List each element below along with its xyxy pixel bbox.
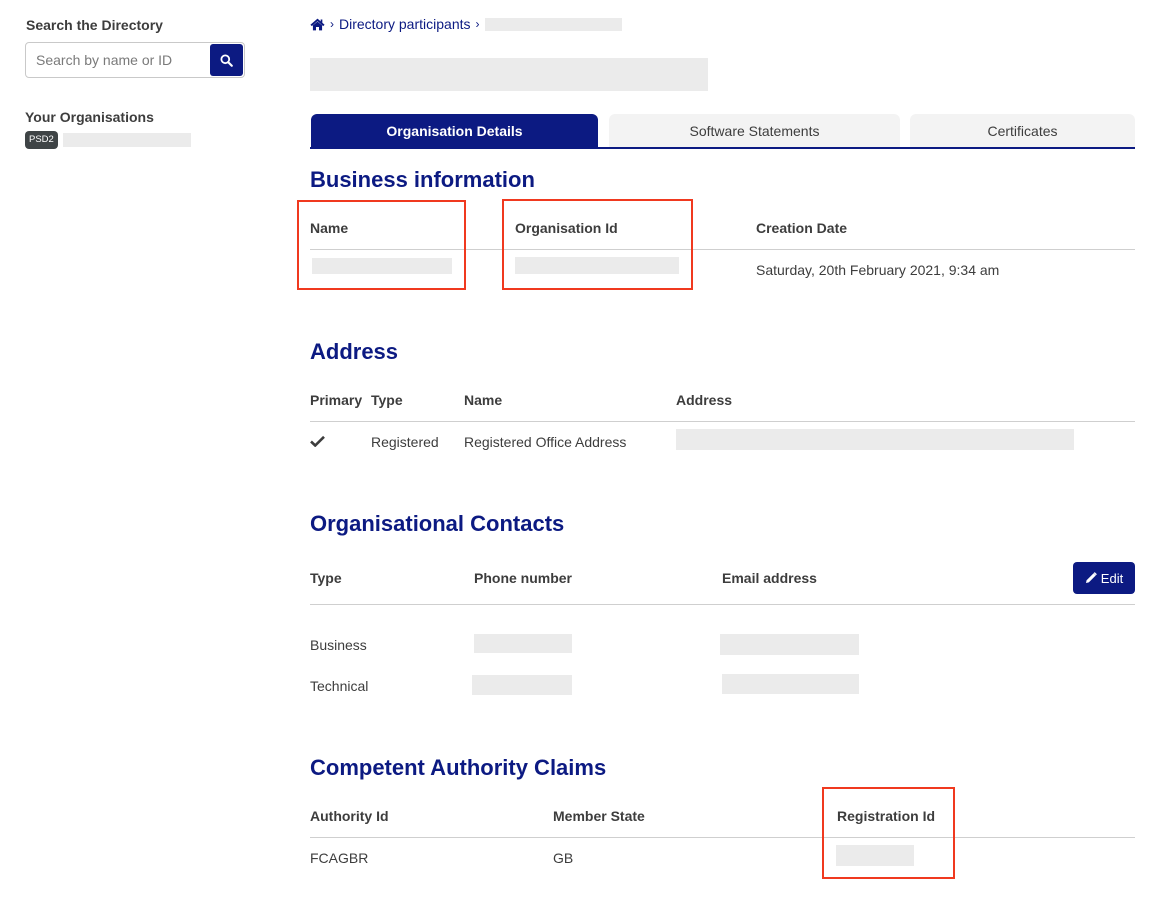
business-name-redacted	[312, 258, 452, 274]
contact-type-business: Business	[310, 637, 367, 653]
highlight-organisation-id	[502, 199, 693, 290]
tab-certificates[interactable]: Certificates	[910, 114, 1135, 147]
address-type-value: Registered	[371, 434, 439, 450]
col-type: Type	[371, 392, 403, 408]
competent-authority-claims-heading: Competent Authority Claims	[310, 755, 607, 780]
business-information-heading: Business information	[310, 167, 535, 192]
organisation-item[interactable]: PSD2	[25, 131, 191, 149]
col-registration-id: Registration Id	[837, 808, 936, 824]
search-box	[25, 42, 245, 78]
home-icon[interactable]	[310, 18, 325, 31]
organisation-id-redacted	[515, 257, 679, 274]
edit-contacts-button[interactable]: Edit	[1073, 562, 1135, 594]
creation-date-value: Saturday, 20th February 2021, 9:34 am	[756, 262, 1000, 278]
breadcrumb-current-redacted	[484, 17, 622, 31]
col-organisation-id: Organisation Id	[515, 220, 618, 236]
tab-bar: Organisation Details Software Statements…	[310, 114, 1135, 149]
col-address: Address	[676, 392, 733, 408]
col-authority-id: Authority Id	[310, 808, 389, 824]
tab-software-statements[interactable]: Software Statements	[609, 114, 900, 147]
divider	[310, 421, 1135, 422]
breadcrumb: › Directory participants ›	[310, 16, 622, 32]
col-primary: Primary	[310, 392, 363, 408]
col-creation-date: Creation Date	[756, 220, 848, 236]
highlight-name	[297, 200, 466, 290]
divider	[310, 604, 1135, 605]
organisation-name-redacted[interactable]	[62, 133, 191, 147]
authority-id-value: FCAGBR	[310, 850, 369, 866]
address-value-redacted	[676, 429, 1074, 450]
business-email-redacted	[720, 634, 859, 655]
contact-type-technical: Technical	[310, 678, 369, 694]
search-input[interactable]	[26, 43, 210, 77]
your-organisations-title: Your Organisations	[25, 109, 154, 125]
member-state-value: GB	[553, 850, 574, 866]
technical-phone-redacted	[472, 675, 572, 695]
registration-id-redacted	[836, 845, 914, 866]
breadcrumb-directory-participants[interactable]: Directory participants	[339, 16, 471, 32]
divider	[310, 249, 1135, 250]
col-email-address: Email address	[722, 570, 817, 586]
divider	[310, 837, 1135, 838]
tab-organisation-details[interactable]: Organisation Details	[311, 114, 598, 147]
psd2-badge: PSD2	[25, 131, 58, 149]
organisational-contacts-heading: Organisational Contacts	[310, 511, 565, 536]
col-phone-number: Phone number	[474, 570, 573, 586]
page-title-redacted	[310, 58, 708, 91]
col-name: Name	[310, 220, 349, 236]
col-name: Name	[464, 392, 503, 408]
pencil-icon	[1085, 572, 1097, 583]
address-name-value: Registered Office Address	[464, 434, 627, 450]
technical-email-redacted	[722, 674, 859, 694]
check-icon	[310, 435, 325, 447]
chevron-right-icon: ›	[330, 17, 334, 31]
search-directory-title: Search the Directory	[26, 17, 163, 33]
col-type: Type	[310, 570, 342, 586]
business-phone-redacted	[474, 634, 572, 653]
chevron-right-icon: ›	[475, 17, 480, 31]
edit-label: Edit	[1100, 570, 1124, 586]
search-icon	[220, 53, 233, 67]
col-member-state: Member State	[553, 808, 645, 824]
address-heading: Address	[310, 339, 399, 364]
search-button[interactable]	[210, 44, 243, 76]
